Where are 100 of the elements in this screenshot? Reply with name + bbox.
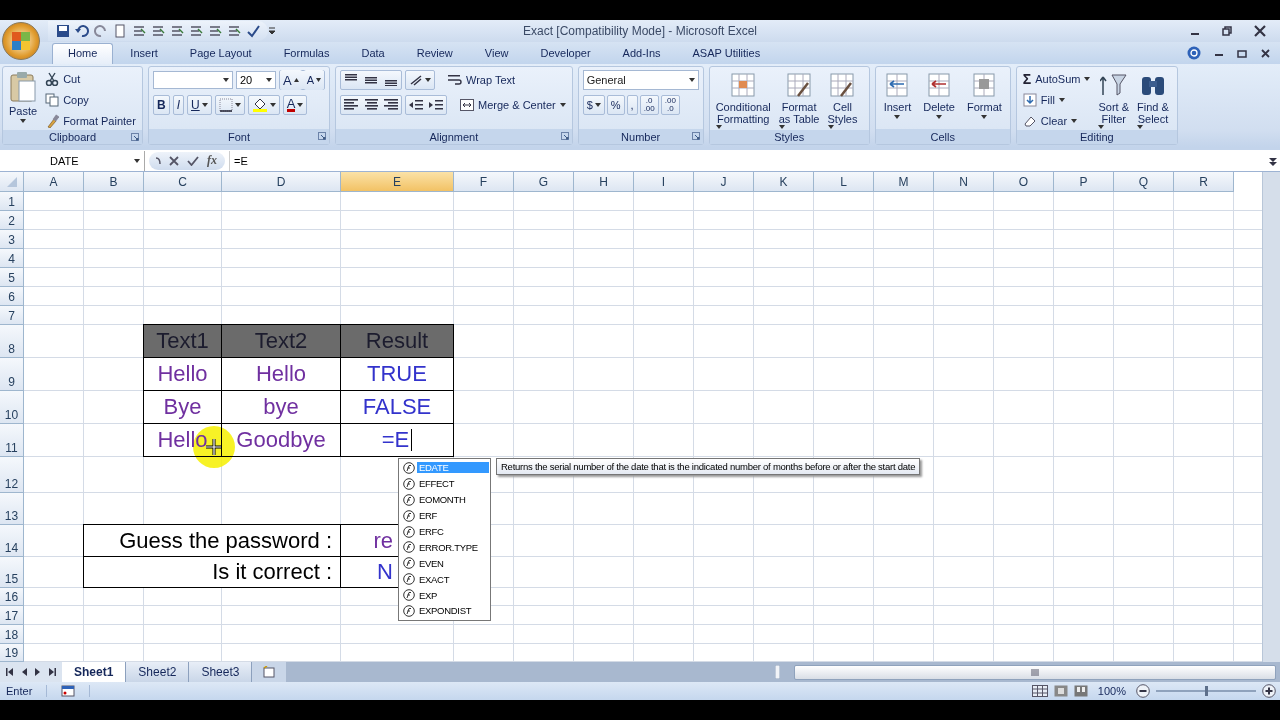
align-icon[interactable] (384, 99, 398, 111)
clear-button[interactable]: Clear (1020, 112, 1093, 130)
spelling-check-icon[interactable] (246, 24, 260, 38)
row-header[interactable]: 19 (0, 644, 24, 662)
row-header[interactable]: 9 (0, 358, 24, 391)
find-select-button[interactable]: Find & Select (1135, 70, 1171, 130)
decimal-button[interactable]: .00 .0 (660, 95, 680, 115)
ribbon-tab[interactable]: Data (346, 43, 400, 64)
style-button[interactable]: Cell Styles (825, 70, 860, 130)
style-button[interactable]: Conditional Formatting (713, 70, 773, 130)
column-header[interactable]: F (454, 172, 514, 192)
ribbon-tab[interactable]: View (469, 43, 524, 64)
row-header[interactable]: 18 (0, 625, 24, 644)
style-button[interactable]: Format as Table (776, 70, 822, 130)
column-header[interactable]: H (574, 172, 634, 192)
percent-button[interactable]: % (606, 95, 625, 115)
column-header[interactable]: I (634, 172, 694, 192)
ribbon-tab[interactable]: Insert (115, 43, 173, 64)
column-header[interactable]: N (934, 172, 994, 192)
close-icon[interactable] (1254, 25, 1266, 37)
comma-button[interactable]: , (626, 95, 638, 115)
dialog-launcher-icon[interactable] (318, 132, 326, 140)
page-break-view-icon[interactable] (1073, 685, 1088, 697)
zoom-level[interactable]: 100% (1097, 685, 1126, 697)
dialog-launcher-icon[interactable] (691, 132, 700, 140)
toolbar-icon[interactable] (227, 24, 241, 38)
row-header[interactable]: 15 (0, 557, 24, 588)
ribbon-tab[interactable]: Add-Ins (607, 43, 676, 64)
customize-toolbar-icon[interactable] (268, 27, 276, 35)
column-header[interactable]: L (814, 172, 874, 192)
font-color-button[interactable]: A (282, 95, 308, 115)
ribbon-tab[interactable]: Home (52, 43, 114, 64)
cut-button[interactable]: Cut (43, 70, 138, 88)
row-header[interactable]: 16 (0, 588, 24, 606)
next-sheet-icon[interactable] (34, 668, 42, 676)
restore-icon[interactable] (1237, 48, 1247, 58)
ribbon-tab[interactable]: Developer (525, 43, 606, 64)
column-header[interactable]: R (1174, 172, 1234, 192)
row-header[interactable]: 13 (0, 493, 24, 525)
format-painter-button[interactable]: Format Painter (43, 112, 138, 130)
zoom-slider-thumb[interactable] (1204, 686, 1208, 696)
office-button[interactable] (2, 22, 40, 60)
column-header[interactable]: D (222, 172, 341, 192)
cells-button[interactable]: Insert (879, 70, 916, 129)
autosum-button[interactable]: Σ AutoSum (1020, 70, 1093, 88)
cancel-icon[interactable] (169, 155, 179, 166)
sheet-tab[interactable]: Sheet1 (62, 662, 127, 682)
column-header[interactable]: M (874, 172, 934, 192)
bold-button[interactable]: B (153, 95, 170, 115)
row-header[interactable]: 12 (0, 457, 24, 493)
toolbar-icon[interactable] (189, 24, 203, 38)
undo-icon[interactable] (75, 24, 89, 38)
fill-color-button[interactable] (247, 95, 280, 115)
autocomplete-item[interactable]: ERF (400, 507, 489, 524)
copy-button[interactable]: Copy (43, 91, 138, 109)
redo-icon[interactable] (94, 24, 108, 38)
split-handle-icon[interactable] (775, 665, 780, 679)
formula-field[interactable]: =E (229, 150, 1266, 171)
align-icon[interactable] (364, 74, 378, 86)
row-header[interactable]: 14 (0, 525, 24, 557)
zoom-in-icon[interactable] (1262, 684, 1276, 698)
fill-button[interactable]: Fill (1020, 91, 1093, 109)
macro-record-icon[interactable] (61, 685, 76, 697)
number-format-field[interactable]: General (582, 70, 699, 90)
font-name-field[interactable] (153, 71, 233, 89)
autocomplete-item[interactable]: EFFECT (400, 475, 489, 492)
grow-font-button[interactable]: A (280, 70, 302, 90)
cells-button[interactable]: Delete (919, 70, 959, 129)
row-header[interactable]: 1 (0, 192, 24, 211)
column-header[interactable]: J (694, 172, 754, 192)
currency-button[interactable]: $ (582, 95, 605, 115)
column-header[interactable]: P (1054, 172, 1114, 192)
shrink-font-button[interactable]: A (303, 70, 324, 90)
row-header[interactable]: 2 (0, 211, 24, 230)
restore-icon[interactable] (1222, 26, 1232, 36)
row-header[interactable]: 6 (0, 287, 24, 306)
name-box[interactable]: DATE (0, 150, 145, 171)
italic-button[interactable]: I (172, 95, 184, 115)
sheet-tab[interactable]: Sheet2 (126, 662, 190, 682)
paste-button[interactable]: Paste (7, 70, 40, 130)
last-sheet-icon[interactable] (48, 668, 56, 676)
dialog-launcher-icon[interactable] (131, 133, 139, 141)
column-header[interactable]: O (994, 172, 1054, 192)
orientation-button[interactable] (405, 70, 435, 90)
cells-button[interactable]: Format (963, 70, 1006, 129)
sort-filter-button[interactable]: Sort & Filter (1096, 70, 1132, 130)
align-icon[interactable] (344, 99, 358, 111)
row-header[interactable]: 7 (0, 306, 24, 325)
column-header[interactable]: E (341, 172, 454, 192)
merge-center-button[interactable]: Merge & Center (458, 96, 568, 114)
decrease-indent-icon[interactable] (409, 99, 423, 111)
wrap-text-button[interactable]: Wrap Text (446, 71, 518, 89)
page-icon[interactable] (113, 24, 127, 38)
ribbon-tab[interactable]: Page Layout (174, 43, 267, 64)
cell-editor[interactable]: =E (340, 423, 454, 457)
row-header[interactable]: 17 (0, 606, 24, 625)
decimal-button[interactable]: .0 .00 (639, 95, 659, 115)
previous-sheet-icon[interactable] (20, 668, 28, 676)
underline-button[interactable]: U (187, 95, 212, 115)
help-icon[interactable] (1187, 46, 1201, 60)
